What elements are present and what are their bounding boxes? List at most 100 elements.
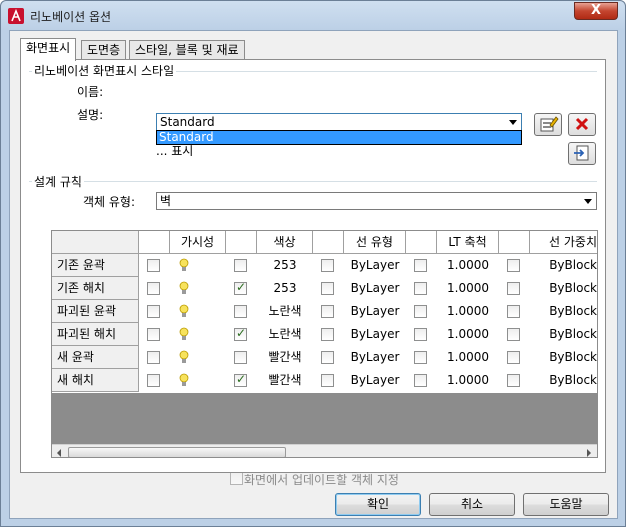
row-checkbox[interactable] [234, 351, 247, 364]
column-header-lineweight[interactable]: 선 가중치 [530, 231, 597, 254]
tab-display[interactable]: 화면표시 [20, 38, 77, 61]
object-type-value: 벽 [160, 194, 172, 208]
column-header-linetype[interactable]: 선 유형 [344, 231, 406, 254]
row-checkbox[interactable] [414, 282, 427, 295]
row-checkbox[interactable] [147, 259, 160, 272]
scroll-left-icon[interactable] [57, 449, 61, 457]
tab-layers[interactable]: 도면층 [81, 40, 127, 60]
cancel-button[interactable]: 취소 [429, 493, 515, 516]
lightbulb-icon[interactable] [179, 373, 189, 388]
style-name-combo[interactable]: Standard [156, 113, 522, 131]
horizontal-scrollbar[interactable] [52, 444, 597, 457]
update-objects-label: 화면에서 업데이트할 객체 지정 [244, 473, 399, 487]
row-checkbox[interactable] [507, 328, 520, 341]
row-checkbox[interactable] [321, 328, 334, 341]
linetype-cell[interactable]: ByLayer [344, 346, 406, 369]
update-objects-checkbox[interactable] [230, 472, 243, 485]
lightbulb-icon[interactable] [179, 258, 189, 273]
row-checkbox[interactable] [147, 282, 160, 295]
row-checkbox[interactable] [507, 374, 520, 387]
lt-scale-cell[interactable]: 1.0000 [437, 277, 499, 300]
ok-button[interactable]: 확인 [335, 493, 421, 516]
lineweight-cell[interactable]: ByBlock [530, 254, 597, 277]
delete-style-icon [575, 117, 589, 131]
row-checkbox[interactable] [234, 305, 247, 318]
color-cell[interactable]: 253 [257, 277, 313, 300]
scrollbar-thumb[interactable] [68, 447, 286, 457]
lt-scale-cell[interactable]: 1.0000 [437, 346, 499, 369]
style-name-value: Standard [160, 115, 215, 129]
row-checkbox[interactable] [414, 374, 427, 387]
row-header[interactable]: 파괴된 윤곽 [52, 300, 139, 323]
column-header-visibility[interactable]: 가시성 [170, 231, 226, 254]
row-checkbox[interactable] [321, 305, 334, 318]
color-cell[interactable]: 빨간색 [257, 369, 313, 392]
chevron-down-icon [584, 199, 592, 204]
lineweight-cell[interactable]: ByBlock [530, 300, 597, 323]
row-header[interactable]: 기존 해치 [52, 277, 139, 300]
title-bar[interactable]: 리노베이션 옵션 X [1, 1, 625, 30]
lt-scale-cell[interactable]: 1.0000 [437, 300, 499, 323]
row-checkbox[interactable] [321, 259, 334, 272]
row-checkbox[interactable] [414, 328, 427, 341]
row-checkbox[interactable] [147, 374, 160, 387]
lightbulb-icon[interactable] [179, 350, 189, 365]
lt-scale-cell[interactable]: 1.0000 [437, 254, 499, 277]
edit-style-icon [540, 116, 559, 132]
row-header[interactable]: 새 해치 [52, 369, 139, 392]
dropdown-option-standard[interactable]: Standard [157, 131, 521, 144]
object-type-combo[interactable]: 벽 [156, 192, 597, 210]
tab-styles-blocks-materials[interactable]: 스타일, 블록 및 재료 [129, 40, 245, 60]
close-button[interactable]: X [574, 2, 618, 20]
grid-header-spacer [499, 231, 530, 254]
row-checkbox[interactable] [234, 280, 247, 295]
lt-scale-cell[interactable]: 1.0000 [437, 323, 499, 346]
row-checkbox[interactable] [321, 374, 334, 387]
description-label: 설명: [77, 108, 104, 122]
color-cell[interactable]: 253 [257, 254, 313, 277]
color-cell[interactable]: 빨간색 [257, 346, 313, 369]
row-checkbox[interactable] [147, 351, 160, 364]
linetype-cell[interactable]: ByLayer [344, 254, 406, 277]
row-checkbox[interactable] [507, 305, 520, 318]
scroll-right-icon[interactable] [587, 449, 591, 457]
row-checkbox[interactable] [147, 328, 160, 341]
lineweight-cell[interactable]: ByBlock [530, 277, 597, 300]
lineweight-cell[interactable]: ByBlock [530, 346, 597, 369]
color-cell[interactable]: 노란색 [257, 323, 313, 346]
help-button[interactable]: 도움말 [523, 493, 609, 516]
row-checkbox[interactable] [234, 326, 247, 341]
edit-style-button[interactable] [534, 113, 562, 136]
lt-scale-cell[interactable]: 1.0000 [437, 369, 499, 392]
column-header-lt-scale[interactable]: LT 축척 [437, 231, 499, 254]
lineweight-cell[interactable]: ByBlock [530, 323, 597, 346]
row-checkbox[interactable] [414, 305, 427, 318]
row-header[interactable]: 파괴된 해치 [52, 323, 139, 346]
row-checkbox[interactable] [414, 259, 427, 272]
row-checkbox[interactable] [147, 305, 160, 318]
row-checkbox[interactable] [507, 282, 520, 295]
row-checkbox[interactable] [414, 351, 427, 364]
import-style-button[interactable] [568, 142, 596, 165]
column-header-color[interactable]: 색상 [257, 231, 313, 254]
lightbulb-icon[interactable] [179, 304, 189, 319]
row-checkbox[interactable] [507, 259, 520, 272]
lightbulb-icon[interactable] [179, 327, 189, 342]
row-checkbox[interactable] [234, 372, 247, 387]
row-checkbox[interactable] [234, 259, 247, 272]
update-objects-option[interactable]: 화면에서 업데이트할 객체 지정 [230, 471, 399, 488]
row-checkbox[interactable] [507, 351, 520, 364]
row-header[interactable]: 새 윤곽 [52, 346, 139, 369]
lightbulb-icon[interactable] [179, 281, 189, 296]
linetype-cell[interactable]: ByLayer [344, 300, 406, 323]
row-checkbox[interactable] [321, 282, 334, 295]
linetype-cell[interactable]: ByLayer [344, 369, 406, 392]
delete-style-button[interactable] [568, 113, 596, 136]
dialog-window: 리노베이션 옵션 X 화면표시 도면층 스타일, 블록 및 재료 리노베이션 화… [0, 0, 626, 527]
row-checkbox[interactable] [321, 351, 334, 364]
linetype-cell[interactable]: ByLayer [344, 323, 406, 346]
linetype-cell[interactable]: ByLayer [344, 277, 406, 300]
row-header[interactable]: 기존 윤곽 [52, 254, 139, 277]
lineweight-cell[interactable]: ByBlock [530, 369, 597, 392]
color-cell[interactable]: 노란색 [257, 300, 313, 323]
